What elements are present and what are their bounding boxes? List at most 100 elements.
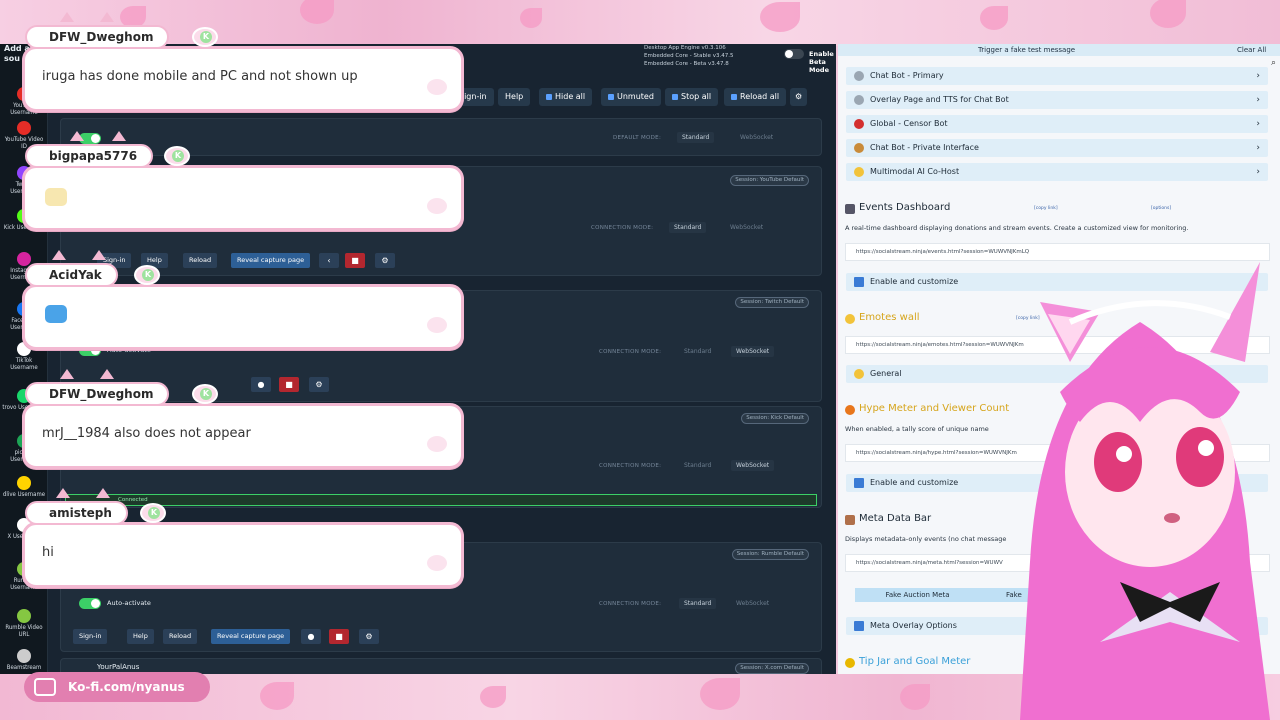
gear-icon[interactable]: ⚙ [359,629,379,644]
reveal-capture-button[interactable]: Reveal capture page [211,629,291,644]
fake-message-bar: Trigger a fake test message Clear All [838,44,1280,56]
source-rail-item[interactable]: Rumble Video URL [2,609,46,638]
button-label: Fake Auction Meta [885,591,950,599]
button-label: Reload all [740,92,780,101]
hype-description: When enabled, a tally score of unique na… [845,425,989,433]
mode-websocket-option[interactable]: WebSocket [731,346,775,357]
speaker-icon [608,93,614,100]
mode-standard-option[interactable]: Standard [677,132,715,143]
signin-button[interactable]: Sign-in [73,629,108,644]
cat-ear-icon [70,131,84,141]
unmuted-button[interactable]: Unmuted [601,88,661,106]
reload-all-button[interactable]: Reload all [724,88,787,106]
cat-ear-icon [52,250,66,260]
paw-icon [427,436,447,452]
button-label: Hide all [555,92,586,101]
mode-websocket-option[interactable]: WebSocket [735,132,778,143]
accordion-label: Chat Bot - Private Interface [870,143,979,152]
kofi-text: Ko-fi.com/nyanus [68,680,185,694]
hide-all-button[interactable]: Hide all [539,88,593,106]
cat-ear-icon [100,12,114,22]
meta-description: Displays metadata-only events (no chat m… [845,535,1007,543]
help-button[interactable]: Help [127,629,154,644]
chat-message: mrJ__1984 also does not appear [22,403,464,469]
chart-icon [845,204,855,214]
fake-auction-button[interactable]: Fake Auction Meta [855,588,980,602]
help-button[interactable]: Help [498,88,531,106]
stop-icon[interactable]: ● [301,629,321,644]
beta-mode-toggle[interactable] [784,49,804,59]
beta-mode-label: Enable Beta Mode [809,50,834,74]
source-rail-item[interactable]: Beamstream [2,649,46,671]
button-label: Help [147,256,162,264]
mode-standard-option[interactable]: Standard [679,346,716,357]
rumble-icon [17,609,31,623]
kofi-cup-icon [34,678,56,696]
youtube-icon [17,121,31,135]
trophy-icon [845,658,855,668]
source-rail-item[interactable]: dlive Username [2,476,46,498]
smile-icon [854,167,864,177]
button-label: Help [505,92,524,101]
cat-ear-icon [100,369,114,379]
stop-icon[interactable]: ■ [345,253,365,268]
trigger-fake-message-button[interactable]: Trigger a fake test message [978,44,1075,56]
mode-websocket-option[interactable]: WebSocket [725,222,768,233]
mode-standard-option[interactable]: Standard [679,598,717,609]
chat-message-text: mrJ__1984 also does not appear [42,426,251,441]
accordion-overlay-tts[interactable]: Overlay Page and TTS for Chat Bot › [846,91,1268,109]
cat-ear-icon [56,488,70,498]
mode-websocket-option[interactable]: WebSocket [731,598,774,609]
version-info: Desktop App Engine v0.3.106 Embedded Cor… [644,44,733,68]
mode-standard-option[interactable]: Standard [679,460,716,471]
reveal-capture-button[interactable]: Reveal capture page [231,253,311,268]
robot-icon [854,71,864,81]
petal-decoration [260,682,294,710]
button-label: Enable and customize [870,478,959,487]
settings-button[interactable]: ⚙ [790,88,808,106]
stop-all-button[interactable]: Stop all [665,88,719,106]
session-tag: Session: Kick Default [741,413,809,424]
gear-icon[interactable]: ⚙ [309,377,329,392]
options-link[interactable]: [options] [1151,206,1171,211]
stop-icon [854,119,864,129]
kick-badge-icon [134,265,160,285]
cat-ear-icon [96,488,110,498]
mode-standard-option[interactable]: Standard [669,222,707,233]
record-icon[interactable]: ■ [279,377,299,392]
chat-message-text: hi [42,545,54,560]
accordion-ai-cohost[interactable]: Multimodal AI Co-Host › [846,163,1268,181]
version-line: Embedded Core - Beta v3.47.8 [644,61,729,67]
reload-button[interactable]: Reload [183,253,218,268]
accordion-private-interface[interactable]: Chat Bot - Private Interface › [846,139,1268,157]
accordion-censor-bot[interactable]: Global - Censor Bot › [846,115,1268,133]
stop-icon [672,93,678,100]
copy-link[interactable]: [copy link] [1034,206,1058,211]
mode-websocket-option[interactable]: WebSocket [731,460,775,471]
button-label: Enable and customize [870,277,959,286]
autoactivate-toggle[interactable] [79,598,101,609]
reload-button[interactable]: Reload [163,629,198,644]
record-icon[interactable]: ■ [329,629,349,644]
emotes-wall-title: Emotes wall [845,312,920,324]
vtuber-avatar [1020,262,1270,720]
accordion-label: Global - Censor Bot [870,119,948,128]
mode-label: CONNECTION MODE: [599,463,662,469]
paw-icon [427,198,447,214]
smile-icon [854,369,864,379]
stop-icon[interactable]: ● [251,377,271,392]
chevron-right-icon: › [1256,143,1260,153]
channel-name: YourPalAnus [97,663,140,671]
accordion-chat-bot-primary[interactable]: Chat Bot - Primary › [846,67,1268,85]
back-icon[interactable]: ‹ [319,253,339,268]
gear-icon[interactable]: ⚙ [375,253,395,268]
clear-all-button[interactable]: Clear All [1237,44,1266,56]
petal-decoration [480,686,506,708]
cat-ear-icon [112,131,126,141]
mode-label: CONNECTION MODE: [591,225,654,231]
search-icon[interactable]: ⌕ [1271,58,1276,68]
gear-icon: ⚙ [795,92,803,101]
chevron-right-icon: › [1256,119,1260,129]
events-url-field[interactable]: https://socialstream.ninja/events.html?s… [845,243,1270,261]
section-title-text: Meta Data Bar [859,513,932,524]
